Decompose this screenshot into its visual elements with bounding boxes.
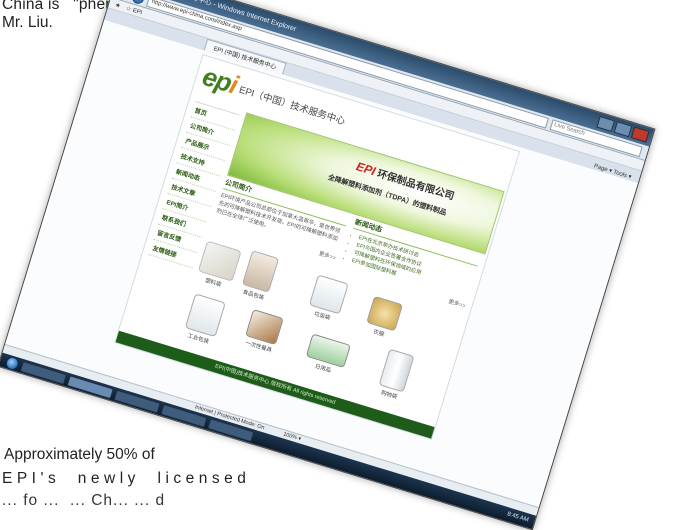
product-item[interactable]: 一次性餐具 [242,308,284,355]
product-image [366,295,404,332]
product-image [378,348,415,393]
epi-logo[interactable]: epi [199,61,241,100]
product-image [184,293,226,338]
page-viewport: epi EPI（中国）技术服务中心 首页 公司简介 产品展示 技术支持 新闻动态… [4,19,638,509]
product-item[interactable]: 购物袋 [376,348,415,403]
product-image [308,274,349,315]
maximize-button[interactable] [613,121,633,138]
product-item[interactable]: 塑料袋 [195,240,242,292]
product-image [197,240,242,282]
article-text-line: Mr. Liu. [2,14,53,31]
taskbar-clock: 8:45 AM [506,511,530,524]
product-image [305,333,351,369]
product-image [241,250,280,293]
article-text-line-cut: ... fo ... ... Ch... ... d [2,492,166,509]
product-item[interactable]: 垃圾袋 [306,274,349,324]
product-item[interactable]: 食品包装 [239,250,280,302]
product-item[interactable]: 日用品 [303,333,351,377]
minimize-button[interactable] [596,115,616,133]
favorites-star-icon[interactable]: ★ [114,1,121,9]
product-item[interactable]: 农膜 [363,295,404,341]
product-item[interactable]: 工业包装 [182,293,226,346]
product-image [245,308,284,346]
article-text-line: EPI's newly licensed [2,470,251,487]
article-text-line: Approximately 50% of [4,446,155,463]
close-button[interactable] [630,126,650,143]
start-button[interactable] [4,354,21,372]
